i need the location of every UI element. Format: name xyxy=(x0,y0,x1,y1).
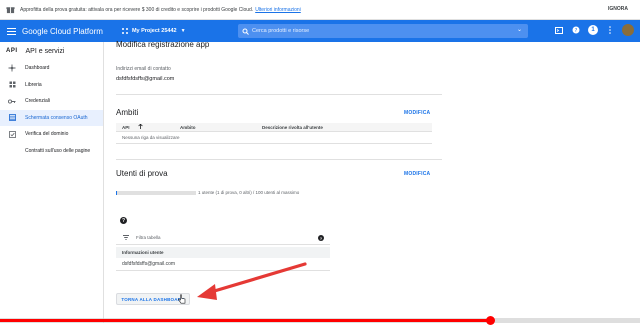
user-quota-progress-bar xyxy=(116,191,196,195)
video-scrubber-handle[interactable] xyxy=(486,316,496,325)
column-api[interactable]: API xyxy=(116,125,138,130)
chevron-down-icon: ▼ xyxy=(180,28,186,34)
edit-scopes-button[interactable]: MODIFICA xyxy=(404,110,430,116)
top-app-bar: Google Cloud Platform My Project 25442 ▼… xyxy=(0,20,640,42)
column-scope: Ambito xyxy=(180,124,196,130)
help-icon[interactable]: ? xyxy=(120,217,127,224)
library-icon xyxy=(8,81,16,89)
project-name: My Project 25442 xyxy=(131,28,177,34)
api-logo: API xyxy=(6,48,18,54)
filter-help-icon[interactable]: ? xyxy=(318,235,324,241)
divider xyxy=(116,159,442,160)
notifications-badge[interactable]: 1 xyxy=(588,25,598,35)
brand-title[interactable]: Google Cloud Platform xyxy=(22,27,103,36)
scopes-title: Ambiti xyxy=(116,108,139,117)
search-icon xyxy=(238,28,252,35)
sidebar-title: API e servizi xyxy=(25,47,65,55)
more-vert-icon[interactable] xyxy=(605,25,615,35)
table-header: Informazioni utente xyxy=(116,247,330,258)
gift-icon xyxy=(0,0,20,20)
user-quota-text: 1 utente (1 di prova, 0 altri) / 100 ute… xyxy=(198,190,300,195)
empty-table-message: Nessuna riga da visualizzare xyxy=(116,132,432,144)
sidebar-item-page-usage-agreements[interactable]: Contratti sull'uso delle pagine xyxy=(0,143,103,160)
svg-text:?: ? xyxy=(575,28,578,34)
filter-table-bar[interactable]: Filtra tabella ? xyxy=(116,231,330,245)
contact-email-label: Indirizzi email di contatto xyxy=(116,66,171,72)
dashboard-icon xyxy=(8,64,16,72)
sidebar-item-label: Contratti sull'uso delle pagine xyxy=(25,147,91,154)
dismiss-button[interactable]: IGNORA xyxy=(608,6,628,12)
checkbox-icon xyxy=(8,130,16,138)
main-content: Modifica registrazione app Indirizzi ema… xyxy=(104,40,640,323)
column-description: Descrizione rivolta all'utente xyxy=(262,124,323,130)
page-title: Modifica registrazione app xyxy=(116,40,210,49)
search-expand-icon[interactable]: ⌄ xyxy=(517,26,522,33)
cloud-shell-icon[interactable] xyxy=(554,25,564,35)
sidebar-item-library[interactable]: Libreria xyxy=(0,77,103,94)
filter-input[interactable]: Filtra tabella xyxy=(136,235,161,240)
test-users-title: Utenti di prova xyxy=(116,169,168,178)
sidebar-item-credentials[interactable]: Credenziali xyxy=(0,93,103,110)
contact-email-value: dsfdfsfdsffs@gmail.com xyxy=(116,76,175,82)
promo-link[interactable]: Ulteriori informazioni xyxy=(255,7,301,13)
scopes-table: API Ambito Descrizione rivolta all'utent… xyxy=(116,123,432,144)
avatar[interactable] xyxy=(622,24,634,36)
sidebar-item-label: Schermata consenso OAuth xyxy=(25,114,88,121)
promo-banner: Approfitta della prova gratuita: attival… xyxy=(0,0,640,20)
table-row: dsfdfsfdsffs@gmail.com xyxy=(116,258,330,271)
oauth-icon xyxy=(8,114,16,122)
help-icon[interactable]: ? xyxy=(571,25,581,35)
video-progress-bar[interactable] xyxy=(0,316,640,325)
promo-text: Approfitta della prova gratuita: attival… xyxy=(20,6,254,13)
table-header: API Ambito Descrizione rivolta all'utent… xyxy=(116,123,432,132)
sidebar-item-dashboard[interactable]: Dashboard xyxy=(0,60,103,77)
filter-icon xyxy=(116,235,136,240)
hamburger-menu-icon[interactable] xyxy=(0,20,22,42)
sidebar-item-label: Dashboard xyxy=(25,65,50,72)
sidebar-item-oauth-consent[interactable]: Schermata consenso OAuth xyxy=(0,109,103,126)
project-dots-icon xyxy=(121,28,128,34)
sidebar-item-label: Libreria xyxy=(25,81,42,88)
divider xyxy=(116,94,442,95)
search-bar[interactable]: Cerca prodotti e risorse ⌄ xyxy=(238,24,528,38)
sidebar: API API e servizi Dashboard Libreria Cre… xyxy=(0,42,104,323)
progress-fill xyxy=(116,191,117,195)
search-input[interactable]: Cerca prodotti e risorse xyxy=(252,28,309,34)
sidebar-item-label: Verifica del dominio xyxy=(25,131,69,138)
key-icon xyxy=(8,97,16,105)
sidebar-header: API API e servizi xyxy=(0,42,103,60)
sidebar-item-label: Credenziali xyxy=(25,98,51,105)
project-selector[interactable]: My Project 25442 ▼ xyxy=(121,27,186,35)
video-played-fill xyxy=(0,319,491,322)
sort-arrow-icon[interactable] xyxy=(138,123,180,130)
top-actions: ? 1 xyxy=(554,24,634,36)
hand-cursor-icon xyxy=(178,294,186,304)
sidebar-item-domain-verification[interactable]: Verifica del dominio xyxy=(0,126,103,143)
edit-test-users-button[interactable]: MODIFICA xyxy=(404,171,430,177)
